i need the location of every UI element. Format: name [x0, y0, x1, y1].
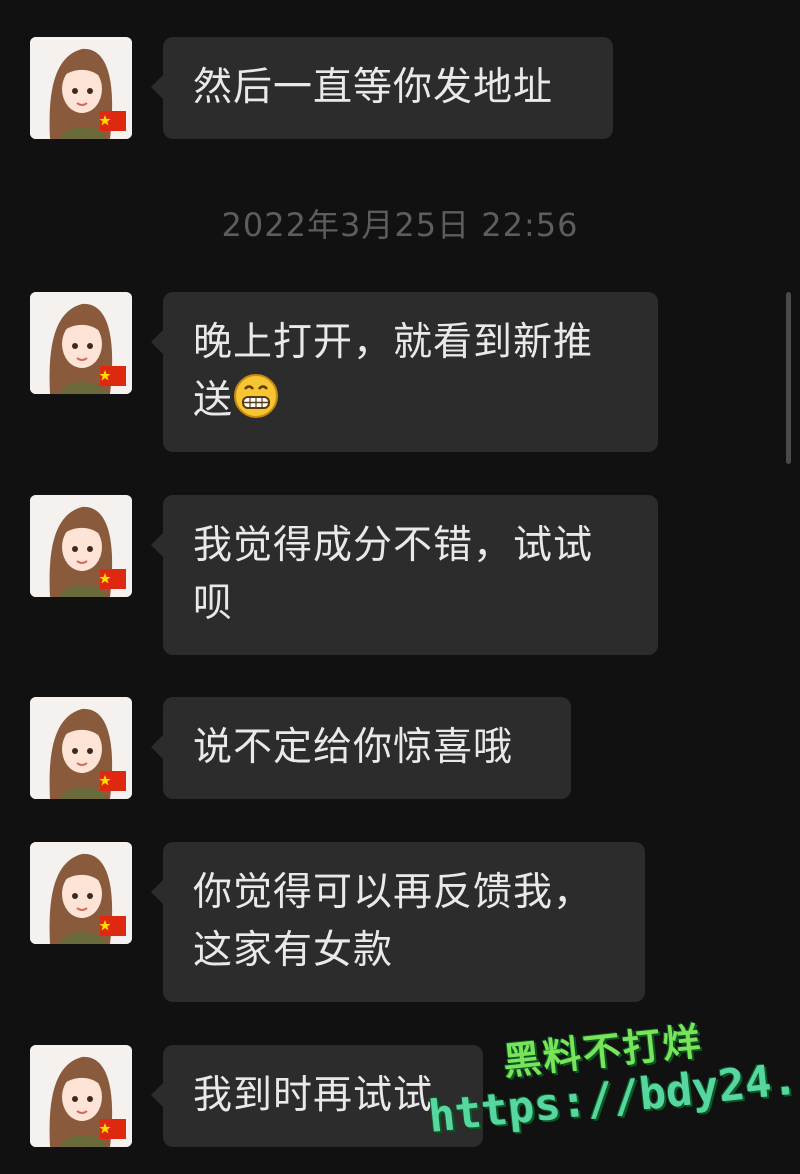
message-bubble[interactable]: 说不定给你惊喜哦 — [151, 697, 571, 799]
watermark: 黑料不打烊 https://bdy24.co — [415, 995, 800, 1173]
message-bubble[interactable]: 晚上打开，就看到新推送 — [151, 292, 658, 452]
scrollbar[interactable] — [786, 292, 791, 464]
avatar-icon — [30, 37, 132, 139]
avatar[interactable] — [30, 1045, 132, 1147]
avatar[interactable] — [30, 842, 132, 944]
message-text: 说不定给你惊喜哦 — [193, 725, 514, 770]
avatar-icon — [30, 495, 132, 597]
message-text: 你觉得可以再反馈我，这家有女款 — [193, 870, 594, 973]
message-bubble[interactable]: 你觉得可以再反馈我，这家有女款 — [151, 842, 645, 1002]
message-bubble[interactable]: 然后一直等你发地址 — [151, 37, 613, 139]
chat-area[interactable]: 然后一直等你发地址 2022年3月25日 22:56 晚上打开，就看到新推送 我… — [0, 0, 800, 1174]
avatar-icon — [30, 697, 132, 799]
avatar[interactable] — [30, 292, 132, 394]
grinning-face-emoji-icon — [234, 374, 279, 418]
message-text: 我到时再试试 — [193, 1073, 434, 1118]
chat-timestamp: 2022年3月25日 22:56 — [221, 206, 579, 244]
message-text: 我觉得成分不错，试试呗 — [193, 523, 594, 626]
avatar-icon — [30, 842, 132, 944]
avatar-icon — [30, 292, 132, 394]
message-bubble[interactable]: 我觉得成分不错，试试呗 — [151, 495, 658, 655]
message-text: 然后一直等你发地址 — [193, 65, 554, 110]
avatar[interactable] — [30, 37, 132, 139]
avatar-icon — [30, 1045, 132, 1147]
avatar[interactable] — [30, 495, 132, 597]
avatar[interactable] — [30, 697, 132, 799]
